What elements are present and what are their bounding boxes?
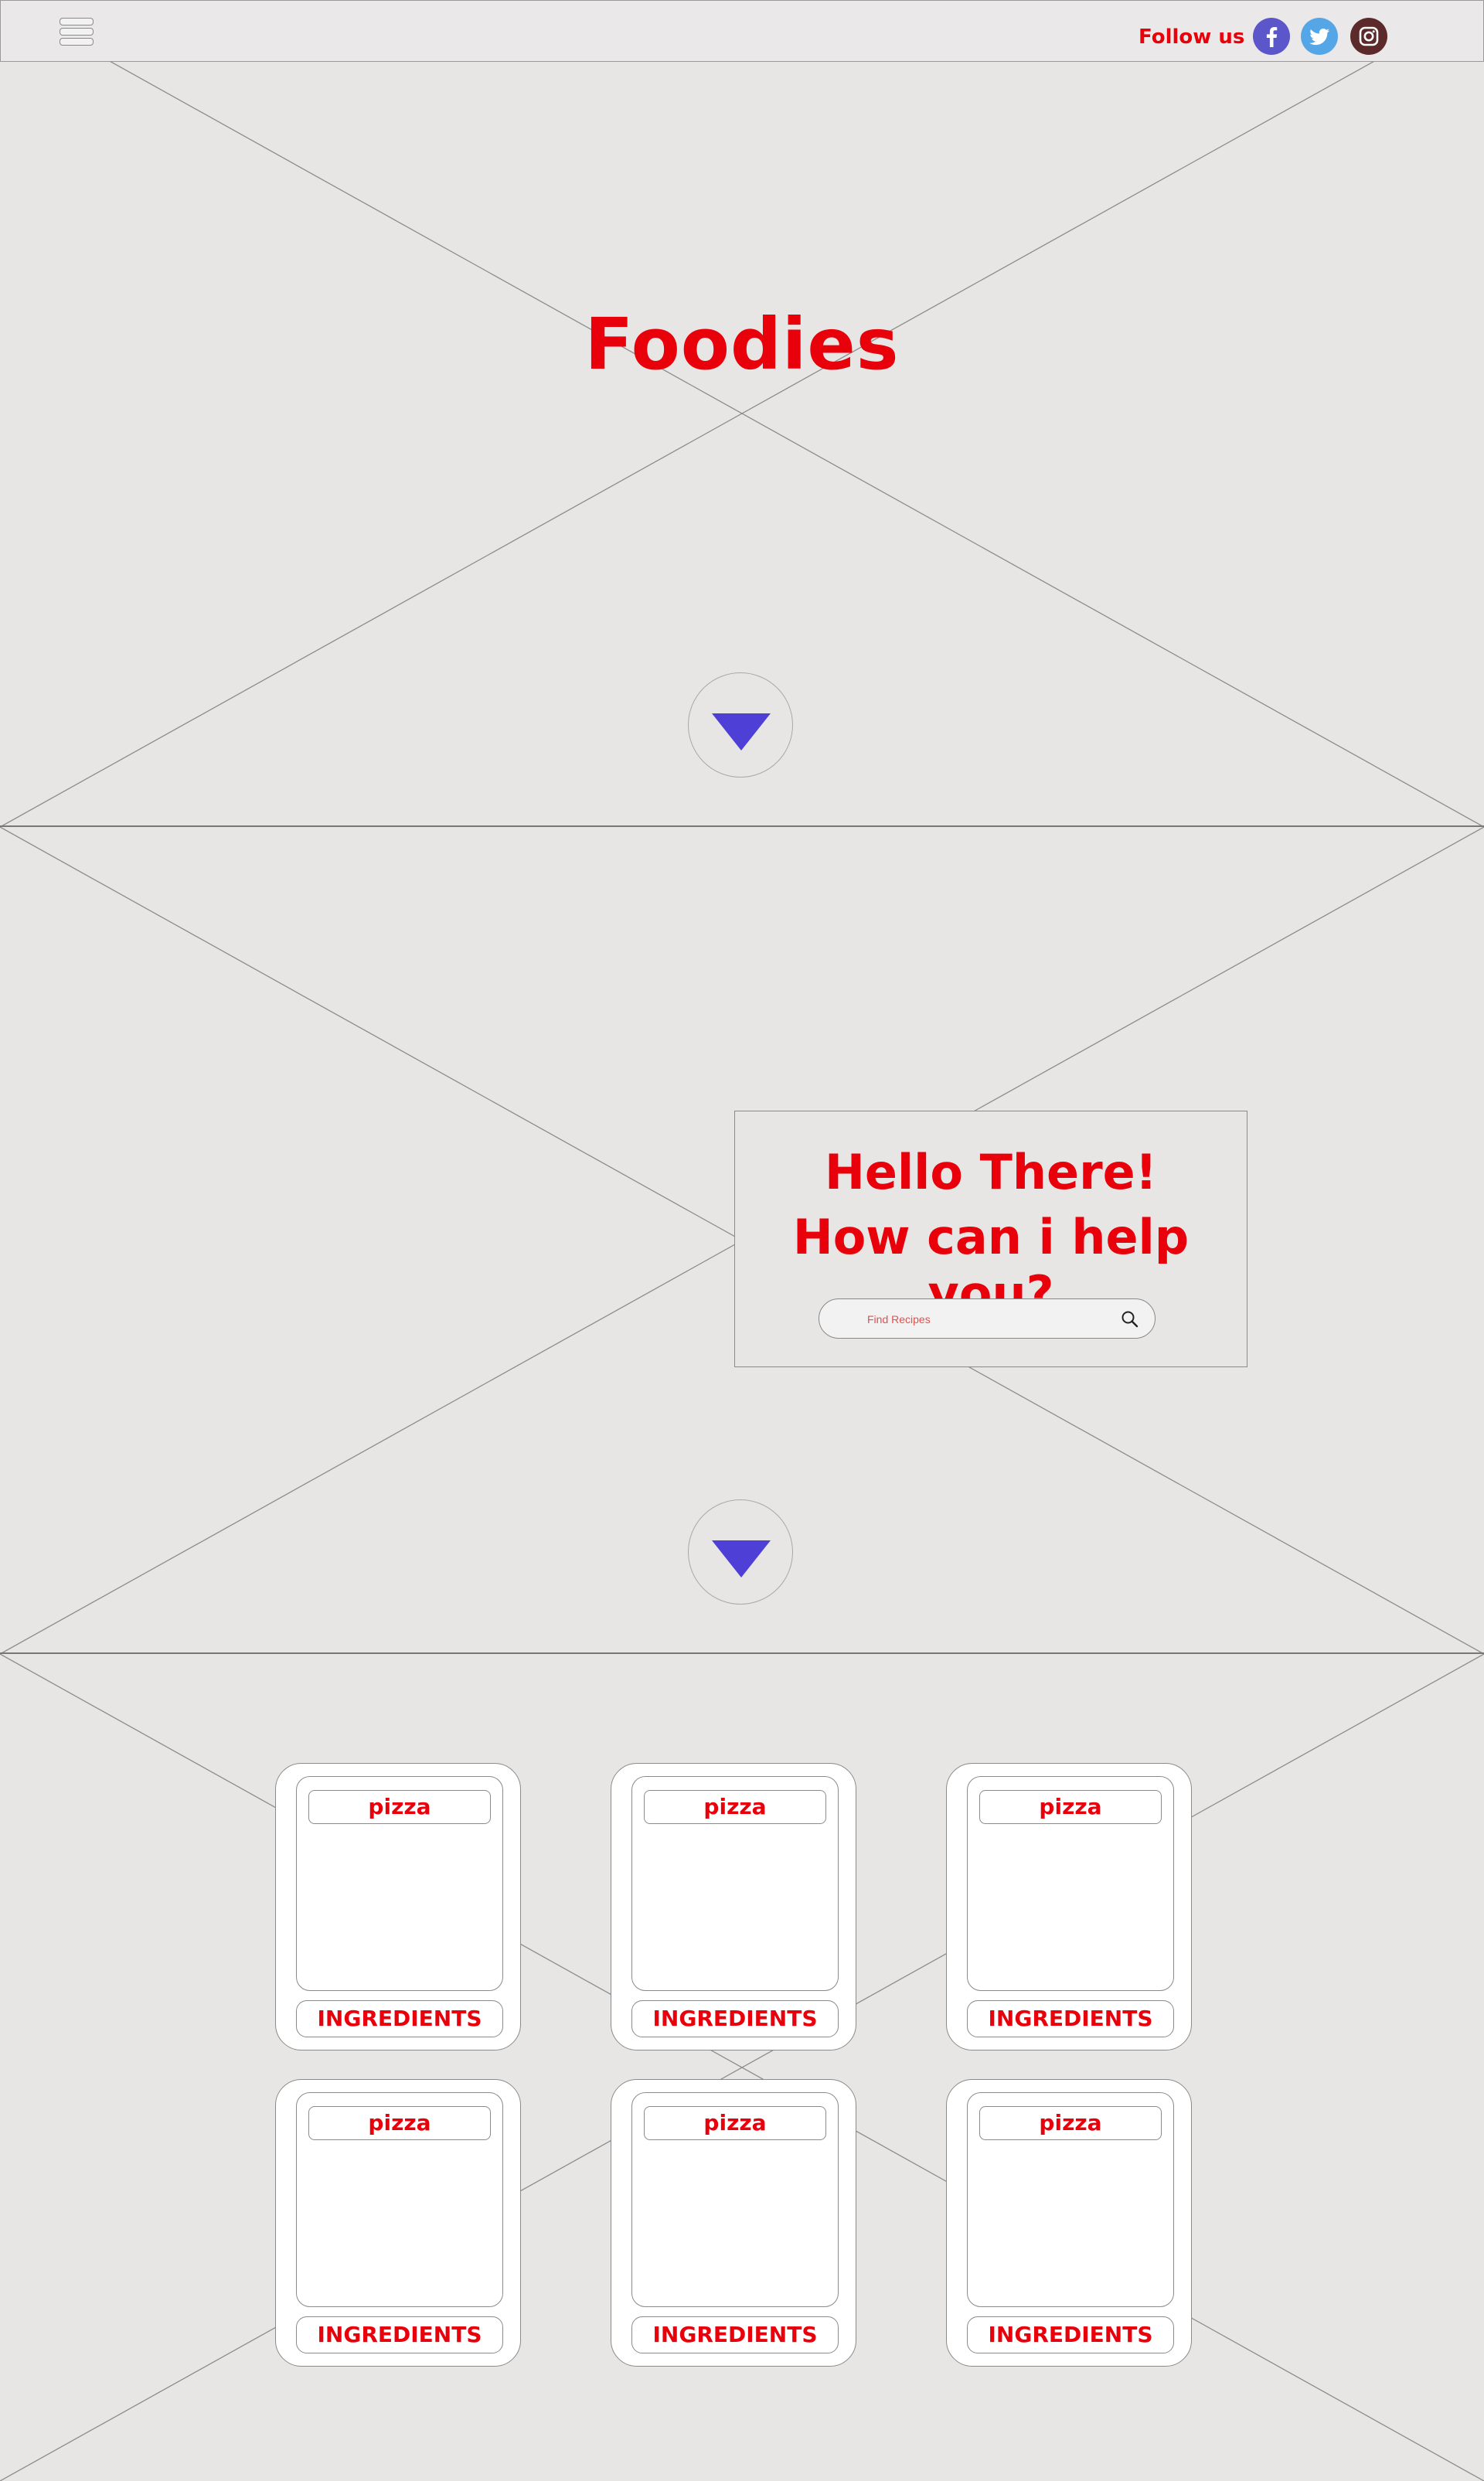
search-icon[interactable] bbox=[1119, 1309, 1141, 1330]
recipe-card[interactable]: pizza INGREDIENTS bbox=[946, 2079, 1192, 2367]
hamburger-menu-icon[interactable] bbox=[60, 18, 94, 46]
top-bar: Follow us bbox=[0, 0, 1484, 62]
recipe-card[interactable]: pizza INGREDIENTS bbox=[946, 1763, 1192, 2050]
scroll-down-button[interactable] bbox=[688, 1499, 793, 1605]
recipe-name: pizza bbox=[308, 2106, 491, 2140]
recipe-name: pizza bbox=[979, 1790, 1162, 1824]
ingredients-button[interactable]: INGREDIENTS bbox=[967, 2000, 1174, 2037]
ingredients-button[interactable]: INGREDIENTS bbox=[967, 2316, 1174, 2353]
greeting-box: Hello There! How can i help you? bbox=[734, 1111, 1247, 1367]
site-title: Foodies bbox=[584, 303, 900, 386]
recipe-card[interactable]: pizza INGREDIENTS bbox=[611, 1763, 856, 2050]
facebook-icon[interactable] bbox=[1253, 18, 1290, 55]
arrow-down-icon bbox=[712, 1540, 771, 1577]
recipe-name: pizza bbox=[644, 1790, 826, 1824]
scroll-down-button[interactable] bbox=[688, 672, 793, 778]
ingredients-button[interactable]: INGREDIENTS bbox=[296, 2000, 503, 2037]
recipe-card[interactable]: pizza INGREDIENTS bbox=[611, 2079, 856, 2367]
twitter-icon[interactable] bbox=[1301, 18, 1338, 55]
recipe-name: pizza bbox=[308, 1790, 491, 1824]
recipe-name: pizza bbox=[644, 2106, 826, 2140]
recipe-card[interactable]: pizza INGREDIENTS bbox=[275, 2079, 521, 2367]
ingredients-button[interactable]: INGREDIENTS bbox=[631, 2000, 839, 2037]
recipe-name: pizza bbox=[979, 2106, 1162, 2140]
recipe-search-bar bbox=[819, 1298, 1156, 1339]
arrow-down-icon bbox=[712, 713, 771, 750]
ingredients-button[interactable]: INGREDIENTS bbox=[631, 2316, 839, 2353]
greeting-heading: Hello There! bbox=[824, 1144, 1157, 1200]
instagram-icon[interactable] bbox=[1350, 18, 1387, 55]
follow-us-label: Follow us bbox=[1139, 26, 1245, 49]
recipe-search-input[interactable] bbox=[866, 1309, 1101, 1330]
recipe-card[interactable]: pizza INGREDIENTS bbox=[275, 1763, 521, 2050]
ingredients-button[interactable]: INGREDIENTS bbox=[296, 2316, 503, 2353]
